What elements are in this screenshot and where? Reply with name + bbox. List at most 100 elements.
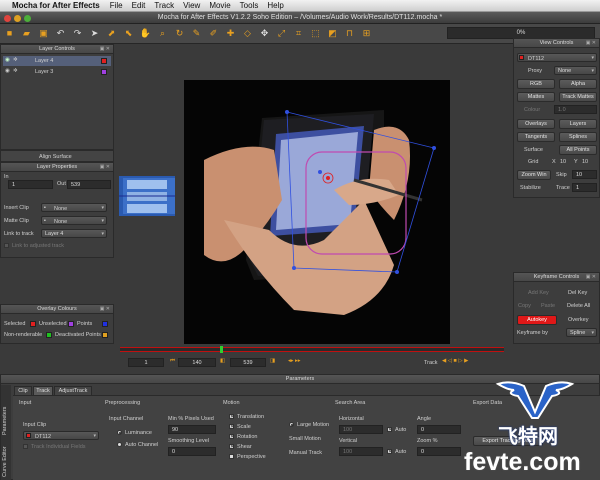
splines-button[interactable]: Splines xyxy=(559,132,597,142)
large-motion-radio[interactable] xyxy=(289,422,294,427)
menu-help[interactable]: Help xyxy=(267,1,283,10)
redo-icon[interactable]: ↷ xyxy=(71,27,84,40)
smoothing-field[interactable]: 0 xyxy=(168,447,216,456)
all-points-button[interactable]: All Points xyxy=(559,145,597,155)
luminance-radio[interactable] xyxy=(117,430,122,435)
track-fields-checkbox[interactable] xyxy=(23,444,28,449)
timeline-track[interactable] xyxy=(120,346,504,353)
overlays-button[interactable]: Overlays xyxy=(517,119,555,129)
input-clip-select[interactable]: DT112 xyxy=(23,431,99,440)
panel-float-icon[interactable]: ▣ ✕ xyxy=(100,45,110,54)
playhead[interactable] xyxy=(219,346,223,353)
panel-float-icon[interactable]: ▣ ✕ xyxy=(100,163,110,172)
grid-icon[interactable]: ⊞ xyxy=(360,27,373,40)
rotation-checkbox[interactable]: ✕ xyxy=(229,434,234,440)
insert-clip-select[interactable]: None ▪ xyxy=(41,203,107,212)
horizontal-field[interactable]: 100 xyxy=(339,425,383,434)
eye-icon[interactable]: ◉ xyxy=(5,68,10,74)
shear-checkbox[interactable]: ✕ xyxy=(229,444,234,450)
min-pixels-field[interactable]: 90 xyxy=(168,425,216,434)
magnet-icon[interactable]: ⊓ xyxy=(343,27,356,40)
mattes-button[interactable]: Mattes xyxy=(517,92,555,102)
menu-track[interactable]: Track xyxy=(154,1,174,10)
start-frame-field[interactable]: 1 xyxy=(128,358,164,367)
layer-name[interactable]: Layer 3 xyxy=(35,69,53,75)
adjusted-track-checkbox[interactable] xyxy=(4,243,9,248)
perspective-icon[interactable]: ◩ xyxy=(326,27,339,40)
scale-surface-icon[interactable]: ⤢ xyxy=(275,27,288,40)
del-key-button[interactable]: Del Key xyxy=(568,290,587,296)
layer-row-selected[interactable]: ◉ ✲ Layer 4 xyxy=(3,56,111,66)
out-point-field[interactable]: 539 xyxy=(67,180,111,189)
align-surface-button[interactable]: Align Surface xyxy=(39,154,72,160)
auto-channel-radio[interactable] xyxy=(117,442,122,447)
add-key-button[interactable]: Add Key xyxy=(528,290,549,296)
surface-icon[interactable]: ◇ xyxy=(241,27,254,40)
layer-color-swatch[interactable] xyxy=(101,58,107,64)
vertical-field[interactable]: 100 xyxy=(339,447,383,456)
unselected-color-swatch[interactable] xyxy=(68,321,74,327)
cog-icon[interactable]: ✲ xyxy=(13,68,18,74)
autokey-button[interactable]: Autokey xyxy=(517,315,557,325)
rgb-button[interactable]: RGB xyxy=(517,79,555,89)
zoom-window-button[interactable] xyxy=(24,15,31,22)
pan-hand-icon[interactable]: ✋ xyxy=(139,27,152,40)
xspline-icon[interactable]: ✎ xyxy=(190,27,203,40)
minimize-window-button[interactable] xyxy=(14,15,21,22)
paste-button[interactable]: Paste xyxy=(541,303,555,309)
menu-edit[interactable]: Edit xyxy=(132,1,146,10)
menu-view[interactable]: View xyxy=(183,1,200,10)
keyframe-by-select[interactable]: Spline xyxy=(566,328,597,337)
new-project-icon[interactable]: ■ xyxy=(3,27,16,40)
matte-clip-select[interactable]: None ▪ xyxy=(41,216,107,225)
current-frame-field[interactable]: 140 xyxy=(178,358,216,367)
layer-name[interactable]: Layer 4 xyxy=(35,58,53,64)
tangents-button[interactable]: Tangents xyxy=(517,132,555,142)
panel-float-icon[interactable]: ▣ ✕ xyxy=(100,305,110,314)
track-mattes-button[interactable]: Track Mattes xyxy=(559,92,597,102)
grid-x-value[interactable]: 10 xyxy=(560,159,566,165)
skip-field[interactable]: 10 xyxy=(572,170,597,179)
corner-pin-icon[interactable]: ⌗ xyxy=(292,27,305,40)
layer-color-swatch[interactable] xyxy=(101,69,107,75)
cog-icon[interactable]: ✲ xyxy=(13,57,18,63)
shear-icon[interactable]: ⬚ xyxy=(309,27,322,40)
zoom-win-button[interactable]: Zoom Win xyxy=(517,170,551,180)
move-surface-icon[interactable]: ✥ xyxy=(258,27,271,40)
undo-icon[interactable]: ↶ xyxy=(54,27,67,40)
close-window-button[interactable] xyxy=(4,15,11,22)
add-point-icon[interactable]: ✚ xyxy=(224,27,237,40)
tab-adjust-track[interactable]: AdjustTrack xyxy=(54,386,92,395)
trace-field[interactable]: 1 xyxy=(572,183,597,192)
select-points-icon[interactable]: ⬈ xyxy=(105,27,118,40)
end-frame-field[interactable]: 539 xyxy=(230,358,266,367)
points-color-swatch[interactable] xyxy=(102,321,108,327)
proxy-select[interactable]: None xyxy=(554,66,597,75)
tab-clip[interactable]: Clip xyxy=(14,386,32,395)
zoom-field[interactable]: 0 xyxy=(417,447,461,456)
in-point-field[interactable]: 1 xyxy=(8,180,53,189)
panel-float-icon[interactable]: ▣ ✕ xyxy=(586,273,596,282)
select-layer-icon[interactable]: ⬉ xyxy=(122,27,135,40)
link-track-select[interactable]: Layer 4 xyxy=(41,229,107,238)
angle-field[interactable]: 0 xyxy=(417,425,461,434)
go-start-icon[interactable]: ⏮ xyxy=(170,358,175,365)
selected-color-swatch[interactable] xyxy=(30,321,36,327)
alpha-button[interactable]: Alpha xyxy=(559,79,597,89)
track-backward-icon[interactable]: ◀ ◁ ■ ▷ ▶ xyxy=(442,358,468,364)
perspective-checkbox[interactable] xyxy=(229,454,234,459)
grid-y-value[interactable]: 10 xyxy=(582,159,588,165)
app-menu[interactable]: Mocha for After Effects xyxy=(12,1,100,10)
select-arrow-icon[interactable]: ➤ xyxy=(88,27,101,40)
set-out-icon[interactable]: ◨ xyxy=(270,358,275,364)
view-clip-select[interactable]: DT112 xyxy=(517,53,597,62)
menu-tools[interactable]: Tools xyxy=(240,1,259,10)
rotate-icon[interactable]: ↻ xyxy=(173,27,186,40)
eye-icon[interactable]: ◉ xyxy=(5,57,10,63)
menu-file[interactable]: File xyxy=(110,1,123,10)
copy-button[interactable]: Copy xyxy=(518,303,531,309)
bezier-icon[interactable]: ✐ xyxy=(207,27,220,40)
save-icon[interactable]: ▣ xyxy=(37,27,50,40)
deactivated-points-color-swatch[interactable] xyxy=(102,332,108,338)
side-tab-curve-editor[interactable]: Curve Editor xyxy=(2,446,8,477)
